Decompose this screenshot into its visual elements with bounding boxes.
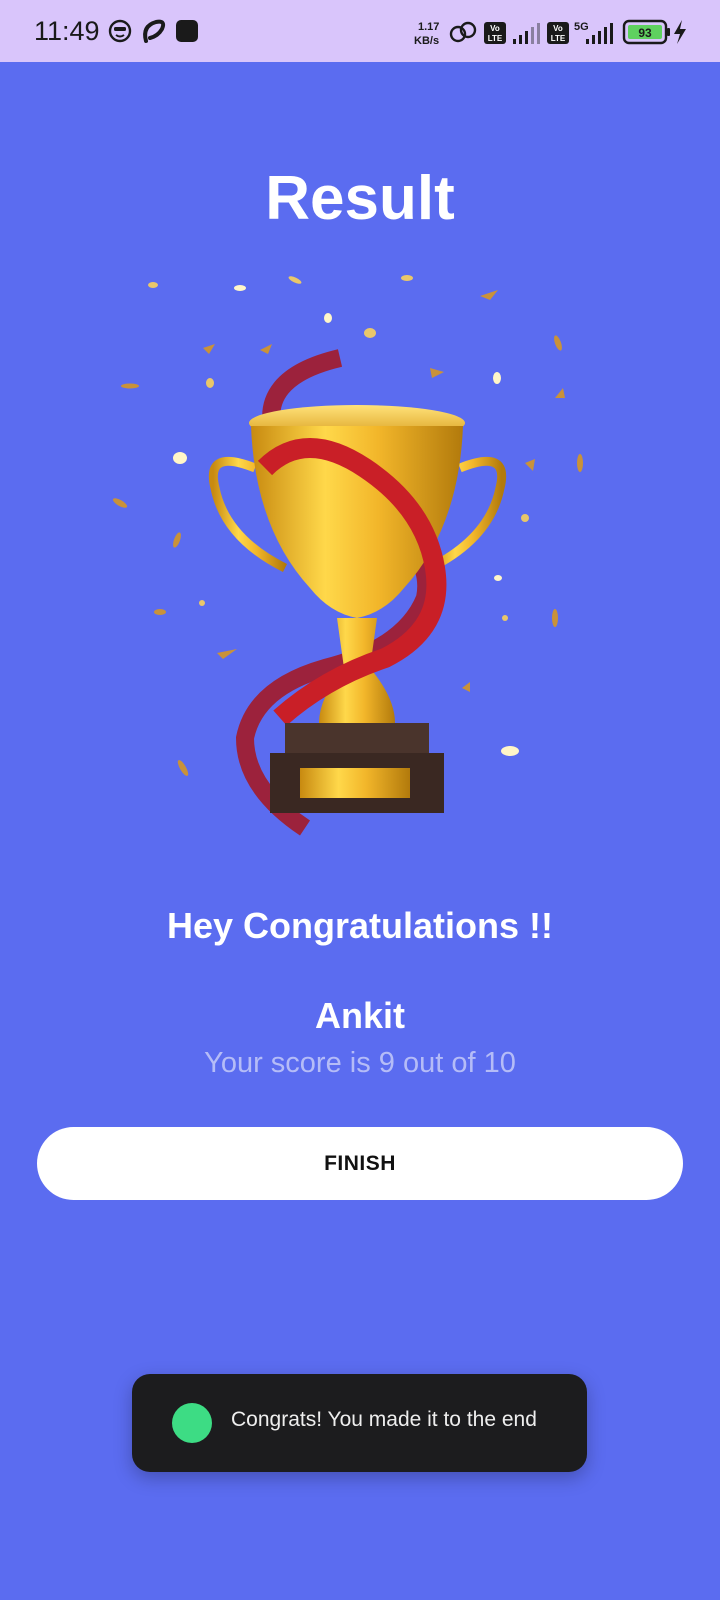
signal-icon <box>513 23 540 44</box>
svg-text:Vo: Vo <box>553 24 563 33</box>
status-right-icons: 1.17 KB/s Vo LTE Vo LTE 5G 93 <box>414 19 686 47</box>
network-type: 5G <box>574 21 589 33</box>
toast-message: Congrats! You made it to the end <box>231 1408 537 1431</box>
app-icon <box>172 1403 212 1443</box>
status-time: 11:49 <box>34 16 100 46</box>
svg-text:Vo: Vo <box>490 24 500 33</box>
battery-level: 93 <box>638 26 652 40</box>
link-icon <box>449 21 477 43</box>
volte-badge-1: Vo LTE <box>484 22 506 44</box>
finish-button[interactable]: FINISH <box>37 1127 683 1200</box>
signal-icon <box>586 23 613 44</box>
net-speed-value: 1.17 <box>418 21 439 33</box>
trophy-base <box>270 723 444 813</box>
airtel-icon <box>143 19 166 43</box>
user-name: Ankit <box>315 995 405 1036</box>
congrats-heading: Hey Congratulations !! <box>166 905 553 946</box>
score-text: Your score is 9 out of 10 <box>204 1047 516 1079</box>
svg-text:LTE: LTE <box>551 34 566 43</box>
app-square-icon <box>176 20 198 42</box>
svg-text:LTE: LTE <box>488 34 503 43</box>
page-title: Result <box>265 164 455 233</box>
trophy-illustration <box>112 275 583 836</box>
status-bar: 11:49 1.17 KB/s Vo LTE Vo LTE 5G 93 <box>0 0 720 62</box>
face-icon <box>108 19 132 43</box>
battery-icon: 93 <box>622 19 670 45</box>
net-speed-unit: KB/s <box>414 35 439 47</box>
status-left-icons <box>108 19 198 43</box>
volte-badge-2: Vo LTE <box>547 22 569 44</box>
charging-icon <box>674 20 686 44</box>
toast: Congrats! You made it to the end <box>132 1374 587 1472</box>
